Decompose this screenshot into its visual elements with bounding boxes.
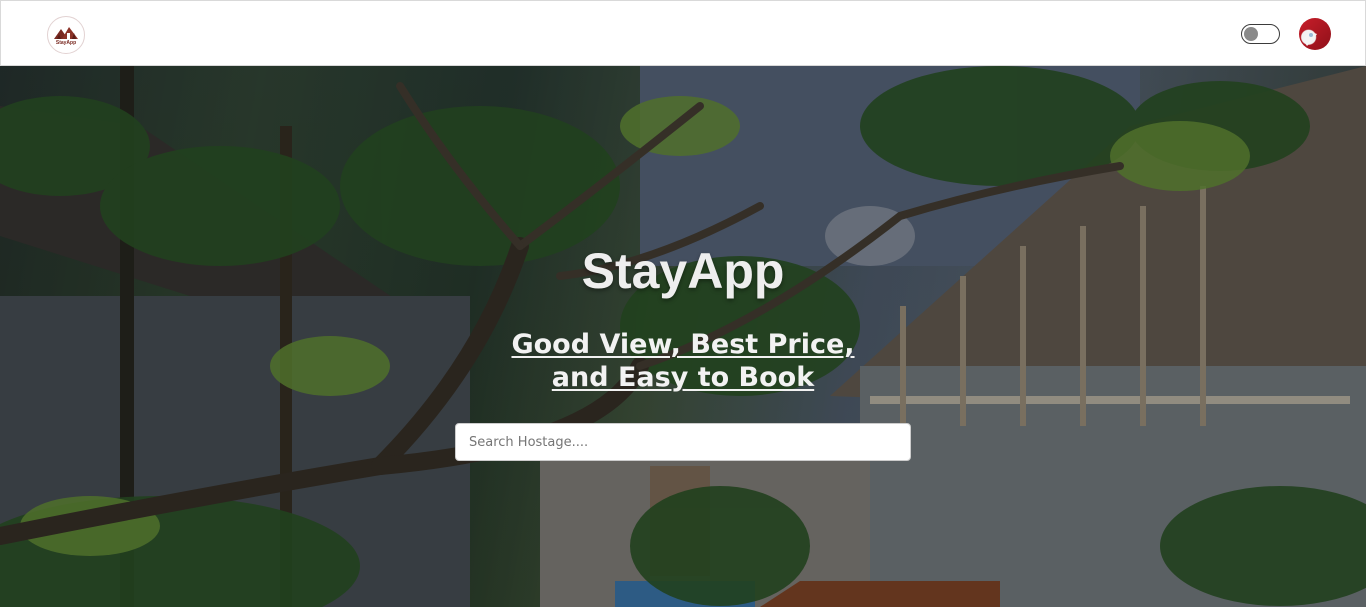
toggle-knob [1244,27,1258,41]
user-avatar-icon[interactable] [1299,18,1331,50]
hero-title: StayApp [581,243,785,299]
theme-toggle[interactable] [1241,24,1280,44]
navbar: StayApp [0,0,1366,66]
hero-banner: StayApp Good View, Best Price, and Easy … [0,66,1366,607]
stayapp-logo[interactable]: StayApp [47,16,85,54]
logo-text: StayApp [55,40,77,46]
hero-subtitle: Good View, Best Price, and Easy to Book [511,329,855,393]
search-input[interactable] [455,423,911,461]
house-logo-icon [54,27,78,39]
